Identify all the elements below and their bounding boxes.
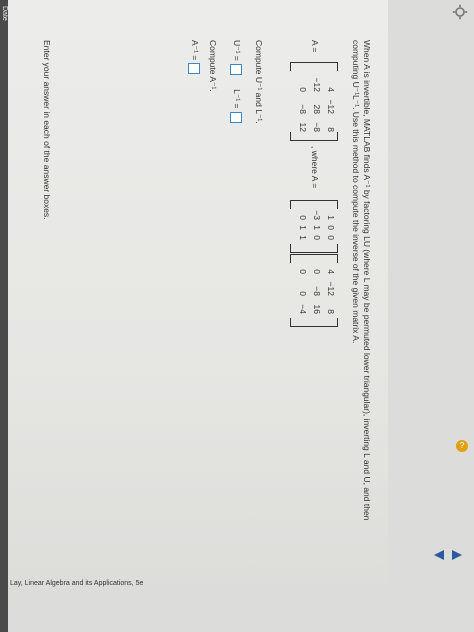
matrix-row: A = 4 −12 8 −12 28 −8 0 −8 12 , where A = 1 0 0 −3 1… — [282, 40, 338, 580]
bracket-right — [290, 318, 338, 327]
bracket-right — [290, 132, 338, 141]
matrix-cell: 0 — [298, 215, 308, 220]
matrix-l: 1 0 0 −3 1 0 0 1 1 — [298, 206, 336, 240]
matrix-cell: 4 — [326, 269, 336, 274]
matrix-cell: −12 — [326, 281, 336, 296]
l-inverse-label: L⁻¹ = — [231, 89, 242, 109]
matrix-u: 4 −12 8 0 −8 16 0 0 −4 — [298, 260, 336, 314]
compute-inverses-text: Compute U⁻¹ and L⁻¹. — [254, 40, 264, 124]
matrix-cell: 16 — [312, 304, 322, 314]
matrix-cell: 4 — [326, 87, 336, 92]
gear-icon[interactable] — [452, 4, 468, 20]
where-label: , where A = — [310, 146, 320, 189]
bracket-right — [290, 244, 338, 253]
matrix-cell: 0 — [312, 235, 322, 240]
matrix-cell: −8 — [298, 104, 308, 114]
matrix-cell: −8 — [312, 122, 322, 132]
u-inverse-answer-box[interactable] — [230, 63, 242, 75]
matrix-cell: 0 — [326, 235, 336, 240]
matrix-cell: 0 — [298, 269, 308, 274]
matrix-cell: 12 — [298, 122, 308, 132]
matrix-cell: −12 — [326, 99, 336, 114]
question-prompt: When A is invertible, MATLAB finds A⁻¹ b… — [351, 40, 372, 521]
matrix-cell: −8 — [312, 286, 322, 296]
u-inverse-row: U⁻¹ = L⁻¹ = — [230, 40, 242, 123]
sidebar-label-date: Date — [1, 6, 8, 21]
help-icon[interactable]: ? — [456, 440, 468, 452]
left-sidebar-strip — [0, 0, 8, 632]
a-inverse-row: A⁻¹ = — [188, 40, 200, 75]
matrix-cell: −3 — [312, 210, 322, 220]
matrix-a: 4 −12 8 −12 28 −8 0 −8 12 — [298, 70, 336, 132]
instructions-text: Enter your answer in each of the answer … — [42, 40, 52, 220]
matrix-cell: 0 — [326, 225, 336, 230]
matrix-cell: 0 — [298, 291, 308, 296]
matrix-cell: −12 — [312, 77, 322, 92]
u-inverse-label: U⁻¹ = — [231, 40, 242, 61]
matrix-cell: 28 — [312, 104, 322, 114]
next-arrow-icon[interactable] — [450, 548, 464, 562]
matrix-cell: 1 — [312, 225, 322, 230]
matrix-cell: −4 — [298, 304, 308, 314]
rotated-question-content: When A is invertible, MATLAB finds A⁻¹ b… — [8, 0, 388, 600]
matrix-cell: 1 — [298, 225, 308, 230]
matrix-cell: 1 — [298, 235, 308, 240]
book-title: Lay, Linear Algebra and its Applications… — [10, 580, 144, 587]
l-inverse-answer-box[interactable] — [230, 111, 242, 123]
a-inverse-answer-box[interactable] — [188, 63, 200, 75]
matrix-cell: 8 — [326, 309, 336, 314]
a-inverse-label: A⁻¹ = — [189, 40, 200, 61]
matrix-cell: 0 — [298, 87, 308, 92]
matrix-cell: 0 — [312, 269, 322, 274]
matrix-cell: 1 — [326, 215, 336, 220]
matrix-cell: 8 — [326, 127, 336, 132]
compute-a-inverse-text: Compute A⁻¹. — [208, 40, 218, 92]
matrix-a-label: A = — [310, 40, 320, 53]
prev-arrow-icon[interactable] — [432, 548, 446, 562]
